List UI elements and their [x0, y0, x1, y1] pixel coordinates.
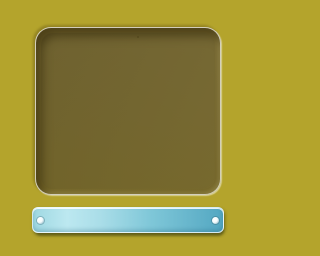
screen-speck [137, 36, 139, 38]
display-panel [35, 27, 221, 195]
app-canvas [0, 0, 256, 256]
right-screw-icon [212, 217, 219, 224]
name-plate [32, 207, 224, 233]
left-screw-icon [37, 217, 44, 224]
name-plate-label [47, 213, 209, 227]
